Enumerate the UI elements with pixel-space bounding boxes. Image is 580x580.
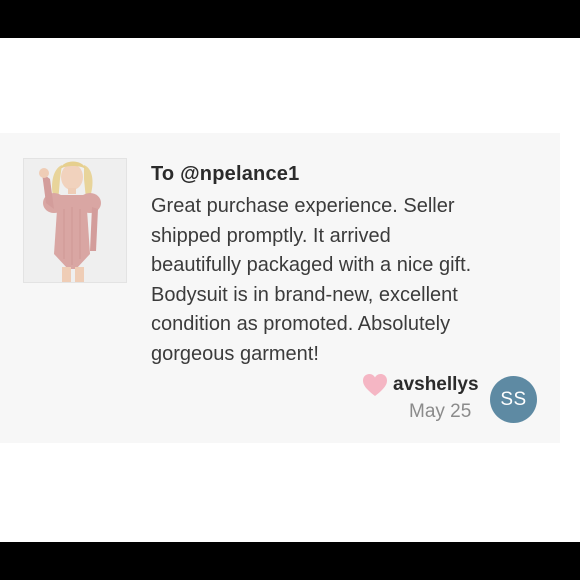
review-text: Great purchase experience. Seller shippe…	[151, 192, 531, 369]
reviewer-username[interactable]: avshellys	[393, 374, 479, 396]
product-thumbnail[interactable]	[23, 158, 127, 283]
review-card: To @npelance1 Great purchase experience.…	[0, 133, 560, 443]
review-line: beautifully packaged with a nice gift.	[151, 254, 472, 276]
bodysuit-image	[24, 159, 126, 282]
review-line: Bodysuit is in brand-new, excellent	[151, 283, 458, 306]
heart-icon	[362, 373, 388, 397]
review-date: May 25	[409, 401, 472, 422]
review-line: shipped promptly. It arrived	[151, 224, 391, 247]
review-line: gorgeous garment!	[151, 342, 319, 365]
review-line: Great purchase experience. Seller	[151, 195, 455, 217]
review-line: condition as promoted. Absolutely	[151, 313, 451, 335]
letterbox-bottom	[0, 542, 580, 580]
avatar[interactable]: SS	[490, 376, 537, 423]
review-recipient[interactable]: To @npelance1	[151, 163, 299, 186]
letterbox-top	[0, 0, 580, 38]
avatar-initials: SS	[500, 388, 527, 410]
